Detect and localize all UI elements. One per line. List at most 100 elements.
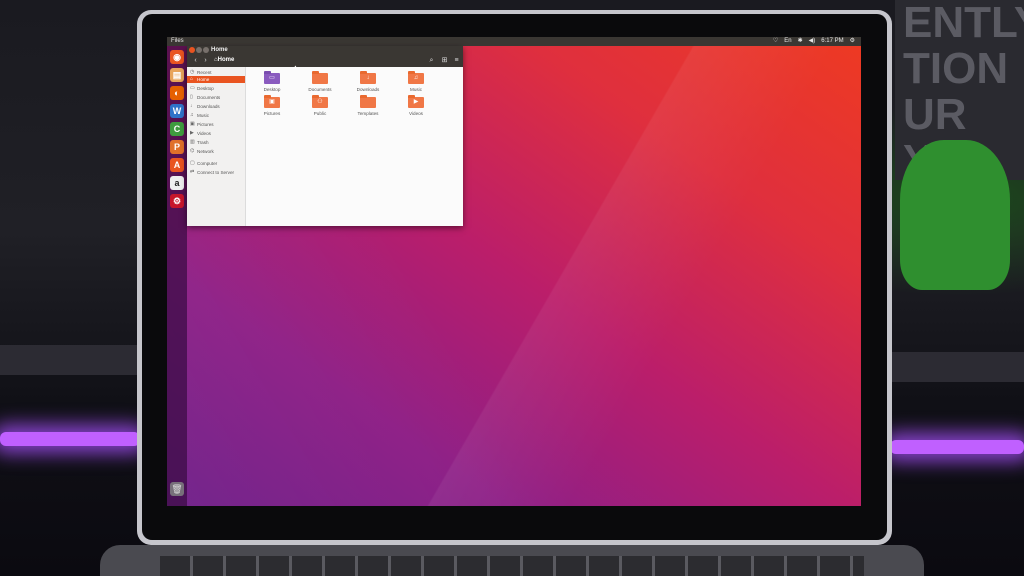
files-toolbar: ‹ › ⌂Home ⌕ ⊞ ≡ [187, 54, 463, 67]
desktop-folder-icon: ▭ [264, 71, 280, 84]
launcher: ◉ ▤ ◐ W C P Aa ⚙ [167, 46, 187, 506]
sidebar-item-network[interactable]: ⌬ Network [187, 148, 245, 155]
folder-label: Music [410, 87, 422, 92]
forward-button[interactable]: › [201, 56, 210, 65]
folder-desktop[interactable]: ▭ Desktop [252, 71, 292, 97]
sidebar-item-label: Trash [197, 140, 209, 145]
amazon-icon[interactable]: a [170, 176, 184, 190]
folder-label: Documents [308, 87, 332, 92]
launcher-trash-icon[interactable]: 🗑 [170, 482, 184, 496]
sidebar-item-label: Downloads [197, 104, 220, 109]
folder-public[interactable]: ⚇ Public [300, 95, 340, 121]
templates-folder-icon [360, 95, 376, 108]
menu-icon[interactable]: ≡ [452, 56, 461, 65]
close-button[interactable] [189, 47, 195, 53]
top-panel: Files ♡ En ✱ ◀) 6:17 PM ⚙ [167, 37, 861, 46]
computer-icon: ▢ [190, 160, 195, 166]
folder-glyph: ♫ [413, 75, 419, 81]
clock[interactable]: 6:17 PM [821, 37, 843, 46]
folder-view: ▭ Desktop Documents ↓ Downloads ♫ Music ▣ Pictur… [246, 67, 463, 226]
desktop-screen: Files ♡ En ✱ ◀) 6:17 PM ⚙ ◉ ▤ ◐ W C P Aa ⚙ Home ‹ › … [167, 37, 861, 506]
folder-glyph: ⚇ [317, 99, 323, 105]
recent-icon: ◷ [190, 69, 195, 75]
window-title: Home [211, 47, 228, 53]
active-app-name: Files [171, 38, 184, 44]
sidebar-item-label: Home [197, 77, 210, 82]
network-icon: ⌬ [190, 148, 195, 154]
calc-icon[interactable]: C [170, 122, 184, 136]
folder-templates[interactable]: Templates [348, 95, 388, 121]
pictures-icon: ▣ [190, 121, 195, 127]
impress-icon[interactable]: P [170, 140, 184, 154]
sidebar-item-videos[interactable]: ▶ Videos [187, 130, 245, 137]
videos-folder-icon: ▶ [408, 95, 424, 108]
wifi-icon[interactable]: ♡ [773, 37, 778, 46]
videos-icon: ▶ [190, 130, 194, 136]
sidebar-item-connect-to-server[interactable]: ⇄ Connect to Server [187, 169, 245, 176]
sidebar-item-downloads[interactable]: ↓ Downloads [187, 103, 245, 110]
sidebar-item-music[interactable]: ♫ Music [187, 112, 245, 119]
folder-pictures[interactable]: ▣ Pictures [252, 95, 292, 121]
folder-documents[interactable]: Documents [300, 71, 340, 97]
left-neon-light [0, 432, 140, 446]
bluetooth-icon[interactable]: ✱ [798, 37, 803, 46]
software-center-icon[interactable]: A [170, 158, 184, 172]
right-neon-light [890, 440, 1024, 454]
folder-label: Downloads [356, 87, 380, 92]
folder-glyph: ↓ [366, 75, 370, 81]
folder-videos[interactable]: ▶ Videos [396, 95, 436, 121]
gear-icon[interactable]: ⚙ [850, 37, 855, 46]
trash-icon: ▥ [190, 139, 195, 145]
sidebar-item-documents[interactable]: ▯ Documents [187, 94, 245, 101]
documents-icon: ▯ [190, 94, 193, 100]
keyboard-keys [160, 556, 864, 576]
dash-icon[interactable]: ◉ [170, 50, 184, 64]
folder-glyph: ▶ [413, 99, 419, 105]
volume-icon[interactable]: ◀) [809, 37, 816, 46]
sidebar-item-label: Pictures [197, 122, 214, 127]
maximize-button[interactable] [203, 47, 209, 53]
downloads-icon: ↓ [190, 103, 193, 109]
firefox-icon[interactable]: ◐ [170, 86, 184, 100]
desktop-icon: ▭ [190, 85, 195, 91]
writer-icon[interactable]: W [170, 104, 184, 118]
minimize-button[interactable] [196, 47, 202, 53]
folder-music[interactable]: ♫ Music [396, 71, 436, 97]
folder-glyph: ▣ [269, 99, 275, 105]
view-toggle-icon[interactable]: ⊞ [440, 56, 449, 65]
folder-label: Videos [409, 111, 423, 116]
back-button[interactable]: ‹ [191, 56, 200, 65]
path-bar-home[interactable]: ⌂Home [214, 56, 234, 65]
sidebar-item-trash[interactable]: ▥ Trash [187, 139, 245, 146]
settings-icon[interactable]: ⚙ [170, 194, 184, 208]
sidebar-item-label: Documents [197, 95, 221, 100]
folder-label: Desktop [263, 87, 281, 92]
sidebar-item-label: Computer [197, 161, 218, 166]
sidebar-item-home[interactable]: ⌂ Home [187, 76, 245, 83]
sidebar-item-desktop[interactable]: ▭ Desktop [187, 85, 245, 92]
sidebar-item-pictures[interactable]: ▣ Pictures [187, 121, 245, 128]
files-icon[interactable]: ▤ [170, 68, 184, 82]
sidebar-item-recent[interactable]: ◷ Recent [187, 69, 245, 76]
folder-label: Templates [357, 111, 379, 116]
places-sidebar: ◷ Recent ⌂ Home ▭ Desktop ▯ Documents ↓ Downloads… [187, 67, 246, 226]
public-folder-icon: ⚇ [312, 95, 328, 108]
window-titlebar[interactable]: Home [187, 46, 463, 54]
sidebar-item-label: Videos [197, 131, 211, 136]
sidebar-item-label: Network [197, 149, 214, 154]
files-window: Home ‹ › ⌂Home ⌕ ⊞ ≡ ◷ Recent ⌂ Home ▭ Deskto… [187, 46, 463, 226]
sidebar-item-label: Desktop [197, 86, 214, 91]
music-folder-icon: ♫ [408, 71, 424, 84]
sidebar-item-computer[interactable]: ▢ Computer [187, 160, 245, 167]
keyboard-layout[interactable]: En [784, 37, 791, 46]
search-icon[interactable]: ⌕ [427, 56, 436, 65]
downloads-folder-icon: ↓ [360, 71, 376, 84]
pictures-folder-icon: ▣ [264, 95, 280, 108]
folder-downloads[interactable]: ↓ Downloads [348, 71, 388, 97]
sidebar-item-label: Recent [197, 70, 212, 75]
indicator-area: ♡ En ✱ ◀) 6:17 PM ⚙ [773, 37, 855, 46]
green-figure [900, 140, 1010, 290]
documents-folder-icon [312, 71, 328, 84]
music-icon: ♫ [190, 112, 194, 118]
folder-glyph: ▭ [269, 75, 275, 81]
